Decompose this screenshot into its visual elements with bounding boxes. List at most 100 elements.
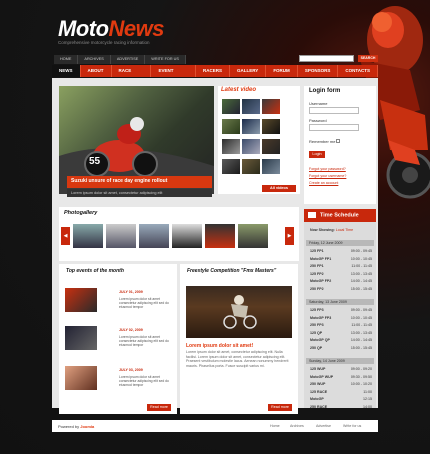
event-date: JULY 01, 2009 [119, 290, 143, 294]
gallery-thumb[interactable] [205, 224, 235, 248]
remember-checkbox[interactable] [336, 139, 340, 143]
username-label: Username [309, 101, 328, 106]
powered-link[interactable]: Joomla [80, 424, 94, 429]
video-thumb[interactable] [242, 99, 260, 114]
create-account-link[interactable]: Create an account [309, 181, 338, 185]
forgot-username-link[interactable]: Forgot your username? [309, 174, 346, 178]
gallery-thumb[interactable] [73, 224, 103, 248]
nav-news[interactable]: NEWS [52, 65, 81, 77]
schedule-session: 250 RACE [310, 404, 328, 409]
gallery-prev-button[interactable]: ◀ [61, 227, 70, 245]
event-date: JULY 02, 2009 [119, 328, 143, 332]
schedule-time: 09:00 - 09:45 [350, 308, 372, 312]
gallery-thumb[interactable] [238, 224, 268, 248]
schedule-time: 10:00 - 10:45 [350, 315, 372, 320]
schedule-session: 250 QP [310, 345, 323, 350]
schedule-session: MotoGP FP3 [310, 315, 332, 320]
password-label: Password [309, 118, 327, 123]
event-text: Lorem ipsum dolor sit amet consectetur a… [119, 335, 169, 347]
video-thumb[interactable] [242, 159, 260, 174]
events-read-more-button[interactable]: Read more [147, 404, 171, 411]
footer-link-archives[interactable]: Archives [290, 424, 304, 428]
gallery-thumb[interactable] [139, 224, 169, 248]
schedule-time: 14:00 - 14:45 [350, 338, 372, 342]
freestyle-read-more-button[interactable]: Read more [268, 404, 292, 411]
nav-forum[interactable]: FORUM [266, 65, 298, 77]
login-button[interactable]: Login [309, 151, 325, 158]
forgot-password-link[interactable]: Forgot your password? [309, 167, 346, 171]
nav-race-results[interactable]: RACE RESULTS [112, 65, 152, 85]
schedule-flag-icon [308, 212, 316, 218]
gallery-next-button[interactable]: ▶ [285, 227, 294, 245]
video-thumb[interactable] [262, 159, 280, 174]
schedule-time: 09:00 - 09:45 [350, 249, 372, 253]
nav-contacts[interactable]: CONTACTS [338, 65, 378, 77]
video-thumb[interactable] [222, 99, 240, 114]
schedule-session: 125 FP2 [310, 271, 324, 276]
schedule-time: 12:15 [363, 397, 372, 401]
schedule-session: MotoGP WUP [310, 374, 334, 379]
search-button[interactable]: SEARCH [358, 55, 378, 62]
schedule-row: 250 FP1 11:00 - 11:45 [310, 264, 372, 268]
site-logo[interactable]: MotoNews [58, 16, 165, 42]
freestyle-image[interactable] [186, 286, 292, 338]
schedule-row: MotoGP 12:15 [310, 397, 372, 401]
feature-caption[interactable]: Suzuki unsure of race day engine rollout [67, 176, 212, 188]
schedule-showing: Now Showing: Local Time [310, 228, 372, 232]
schedule-session: 125 WUP [310, 367, 326, 371]
topnav-advertise[interactable]: ADVERTISE [110, 55, 146, 64]
event-image[interactable] [65, 366, 97, 390]
schedule-session: 250 FP1 [310, 264, 324, 268]
showing-label: Now Showing: [310, 228, 335, 232]
event-image[interactable] [65, 288, 97, 312]
schedule-row: 250 QP 15:00 - 15:45 [310, 346, 372, 350]
nav-sponsors[interactable]: SPONSORS [298, 65, 339, 77]
password-field[interactable] [309, 124, 359, 131]
schedule-row: 250 RACE 14:00 [310, 405, 372, 409]
video-thumb[interactable] [262, 119, 280, 134]
video-thumb[interactable] [222, 139, 240, 154]
video-thumb[interactable] [262, 139, 280, 154]
gallery-thumb[interactable] [172, 224, 202, 248]
schedule-title: Time Schedule [320, 212, 359, 219]
all-videos-button[interactable]: All videos [262, 185, 296, 192]
footer-link-advertise[interactable]: Advertise [316, 424, 331, 428]
schedule-session: MotoGP [310, 397, 324, 401]
topnav-home[interactable]: HOME [54, 55, 79, 64]
video-thumb[interactable] [222, 119, 240, 134]
topnav-write[interactable]: WRITE FOR US [145, 55, 186, 64]
schedule-header: Time Schedule [304, 209, 376, 222]
schedule-time: 10:00 - 10:20 [350, 382, 372, 386]
nav-about[interactable]: ABOUT [81, 65, 112, 77]
schedule-row: 250 WUP 10:00 - 10:20 [310, 382, 372, 386]
nav-gallery[interactable]: GALLERY [230, 65, 267, 77]
nav-event-schedule[interactable]: EVENT SCHEDULE [151, 65, 196, 85]
search-input[interactable] [299, 55, 354, 62]
username-field[interactable] [309, 107, 359, 114]
footer-link-home[interactable]: Home [270, 424, 280, 428]
freestyle-text: Lorem ipsum dolor sit amet, consectetur … [186, 350, 289, 368]
schedule-time: 10:00 - 10:45 [350, 256, 372, 261]
site-slogan: Comprehensive motorcycle racing informat… [58, 40, 150, 45]
schedule-time: 09:00 - 09:20 [350, 367, 372, 371]
topnav-archives[interactable]: ARCHIVES [78, 55, 111, 64]
gallery-thumb[interactable] [106, 224, 136, 248]
latest-video-title: Latest video [221, 87, 257, 93]
event-image[interactable] [65, 326, 97, 350]
nav-racers[interactable]: RACERS [196, 65, 230, 77]
video-thumb[interactable] [222, 159, 240, 174]
schedule-session: 125 RACE [310, 389, 328, 394]
showing-value[interactable]: Local Time [336, 228, 353, 232]
schedule-row: 125 WUP 09:00 - 09:20 [310, 367, 372, 371]
svg-text:55: 55 [89, 156, 101, 167]
video-thumb[interactable] [242, 119, 260, 134]
feature-subtitle: Lorem ipsum dolor sit amet, consectetur … [67, 189, 212, 197]
video-thumb[interactable] [262, 99, 280, 114]
footer-link-write[interactable]: Write for us [343, 424, 361, 428]
photogallery-title: Photogallery [64, 210, 98, 216]
schedule-row: MotoGP FP1 10:00 - 10:45 [310, 257, 372, 261]
schedule-day-header: Sunday, 14 June 2009 [306, 358, 374, 364]
video-thumb[interactable] [242, 139, 260, 154]
schedule-day-header: Saturday, 13 June 2009 [306, 299, 374, 305]
schedule-session: 250 FP2 [310, 286, 324, 291]
